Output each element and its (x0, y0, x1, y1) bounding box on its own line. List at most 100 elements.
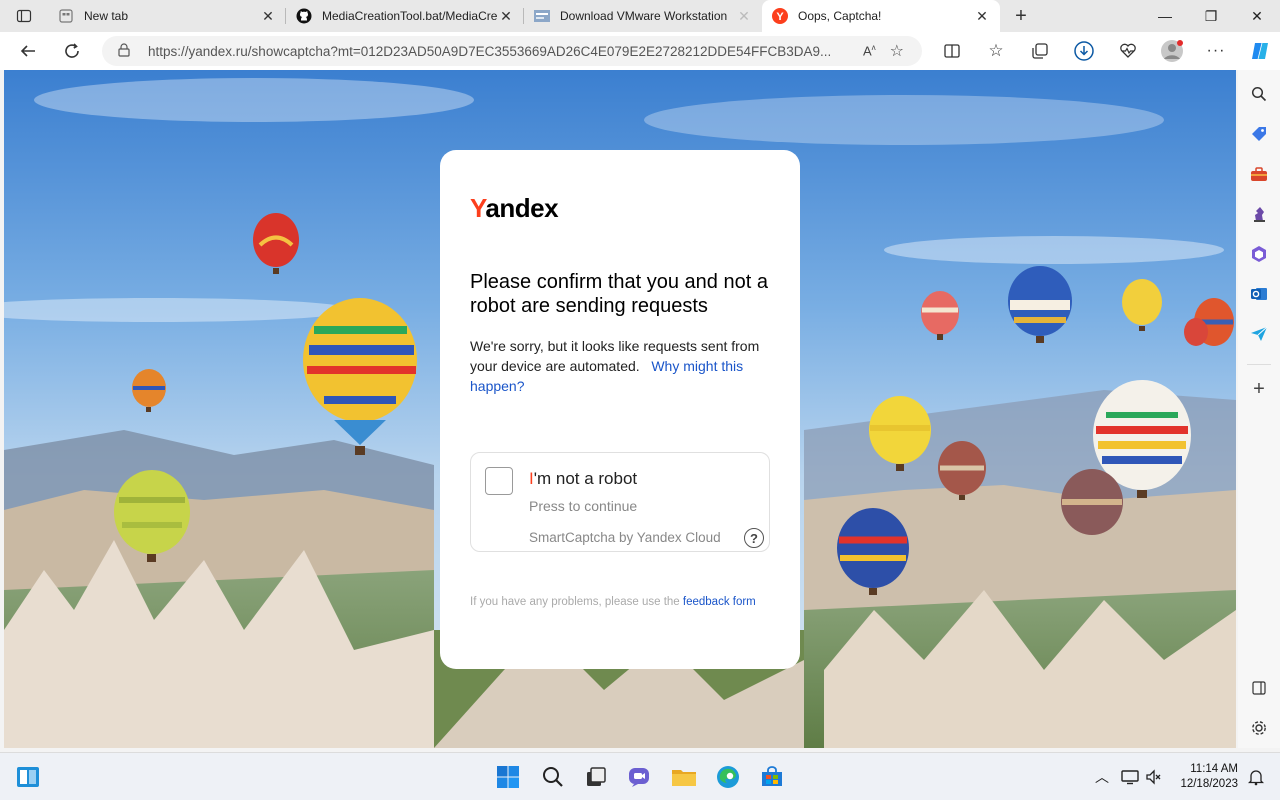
back-button[interactable] (6, 35, 50, 67)
file-explorer-button[interactable] (668, 761, 700, 793)
profile-button[interactable] (1150, 35, 1194, 67)
newtab-icon (58, 8, 74, 24)
sidebar-games-button[interactable] (1243, 198, 1275, 230)
sidebar-search-button[interactable] (1243, 78, 1275, 110)
edge-button[interactable] (712, 761, 744, 793)
download-icon (1074, 41, 1094, 61)
sidebar-panel-icon (1252, 681, 1266, 695)
tab-title: Download VMware Workstation (560, 9, 728, 23)
svg-text:Y: Y (776, 11, 784, 23)
close-tab-icon[interactable]: ✕ (260, 8, 276, 24)
captcha-title: I'm not a robot (529, 469, 638, 488)
new-tab-button[interactable]: + (1000, 0, 1042, 32)
clock-date: 12/18/2023 (1180, 778, 1238, 790)
tab-oops-captcha[interactable]: Y Oops, Captcha! ✕ (762, 0, 1000, 32)
downloads-button[interactable] (1062, 35, 1106, 67)
widgets-button[interactable] (12, 761, 44, 793)
store-button[interactable] (756, 761, 788, 793)
search-icon (1251, 86, 1267, 102)
windows-logo-icon (497, 766, 519, 788)
sidebar-hide-button[interactable] (1243, 672, 1275, 704)
read-aloud-icon[interactable]: Aʌ (863, 43, 876, 58)
sidebar-settings-button[interactable] (1243, 712, 1275, 744)
lock-icon (118, 42, 134, 60)
not-a-robot-checkbox[interactable] (485, 467, 513, 495)
volume-button[interactable] (1142, 763, 1166, 791)
close-tab-icon[interactable]: ✕ (498, 8, 514, 24)
github-icon (296, 8, 312, 24)
tab-title: Oops, Captcha! (798, 9, 882, 23)
edge-sidebar: + (1238, 70, 1280, 748)
gear-icon (1252, 721, 1266, 735)
shopping-tag-icon (1252, 127, 1266, 141)
footer-text: If you have any problems, please use the (470, 596, 680, 608)
notifications-button[interactable] (1244, 763, 1268, 791)
toolbox-icon (1251, 167, 1267, 181)
minimize-button[interactable]: — (1142, 0, 1188, 32)
collections-icon (1032, 43, 1048, 59)
tab-actions-button[interactable] (0, 0, 48, 32)
close-tab-icon[interactable]: ✕ (974, 8, 990, 24)
search-button[interactable] (537, 761, 569, 793)
tab-title: MediaCreationTool.bat/MediaCre (322, 9, 498, 23)
office-icon (1252, 246, 1266, 262)
store-icon (762, 766, 782, 786)
sidebar-tools-button[interactable] (1243, 158, 1275, 190)
chevron-up-icon: ︿ (1095, 769, 1109, 785)
outlook-icon (1251, 288, 1267, 300)
tab-new-tab[interactable]: New tab ✕ (48, 0, 286, 32)
vmware-icon (534, 8, 550, 24)
teams-chat-button[interactable] (624, 761, 656, 793)
window-controls: — ❐ ✕ (1142, 0, 1280, 32)
favorites-icon: ☆ (988, 41, 1004, 60)
taskbar-clock[interactable]: 11:14 AM 12/18/2023 (1176, 762, 1238, 792)
tab-bar: New tab ✕ MediaCreationTool.bat/MediaCre… (0, 0, 1280, 32)
sidebar-add-button[interactable]: + (1243, 373, 1275, 405)
task-view-icon (587, 767, 606, 786)
heart-pulse-icon (1120, 43, 1136, 58)
task-view-button[interactable] (580, 761, 612, 793)
collections-button[interactable] (1018, 35, 1062, 67)
help-icon[interactable]: ? (744, 528, 764, 548)
captcha-subtitle: Press to continue (529, 498, 638, 514)
address-bar[interactable]: https://yandex.ru/showcaptcha?mt=012D23A… (102, 36, 922, 66)
browser-toolbar: https://yandex.ru/showcaptcha?mt=012D23A… (0, 32, 1280, 70)
tab-mediacreationtool[interactable]: MediaCreationTool.bat/MediaCre ✕ (286, 0, 524, 32)
split-screen-button[interactable] (930, 35, 974, 67)
refresh-button[interactable] (50, 35, 94, 67)
close-tab-icon[interactable]: ✕ (736, 8, 752, 24)
copilot-button[interactable] (1238, 35, 1280, 67)
close-window-button[interactable]: ✕ (1234, 0, 1280, 32)
favorite-star-icon[interactable]: ☆ (890, 41, 904, 61)
browser-essentials-button[interactable] (1106, 35, 1150, 67)
captcha-brand: SmartCaptcha by Yandex Cloud (529, 530, 721, 545)
sidebar-m365-button[interactable] (1243, 238, 1275, 270)
toolbar-actions: ☆ ··· (930, 32, 1280, 70)
restore-button[interactable]: ❐ (1188, 0, 1234, 32)
page-title: Please confirm that you and not a robot … (470, 271, 768, 317)
chat-icon (629, 768, 649, 787)
sidebar-shopping-button[interactable] (1243, 118, 1275, 150)
network-button[interactable] (1118, 763, 1142, 791)
url-text: https://yandex.ru/showcaptcha?mt=012D23A… (148, 43, 832, 59)
balloon (1061, 469, 1123, 535)
feedback-form-link[interactable]: feedback form (683, 596, 756, 608)
sidebar-drop-button[interactable] (1243, 318, 1275, 350)
volume-muted-icon (1146, 769, 1161, 785)
smartcaptcha-widget: I'm not a robot Press to continue SmartC… (470, 452, 770, 552)
plus-icon: + (1015, 4, 1027, 27)
show-hidden-icons-button[interactable]: ︿ (1090, 763, 1114, 791)
folder-icon (672, 770, 696, 786)
search-icon (543, 767, 563, 787)
yandex-logo: Yandex (470, 193, 559, 223)
sidebar-divider (1247, 364, 1271, 365)
more-menu-button[interactable]: ··· (1194, 35, 1238, 67)
start-button[interactable] (492, 761, 524, 793)
copilot-icon (1252, 42, 1268, 60)
refresh-icon (65, 43, 79, 58)
tab-vmware-download[interactable]: Download VMware Workstation ✕ (524, 0, 762, 32)
sidebar-outlook-button[interactable] (1243, 278, 1275, 310)
notification-bell-icon (1248, 770, 1264, 786)
favorites-button[interactable]: ☆ (974, 35, 1018, 67)
edge-icon (717, 766, 739, 788)
